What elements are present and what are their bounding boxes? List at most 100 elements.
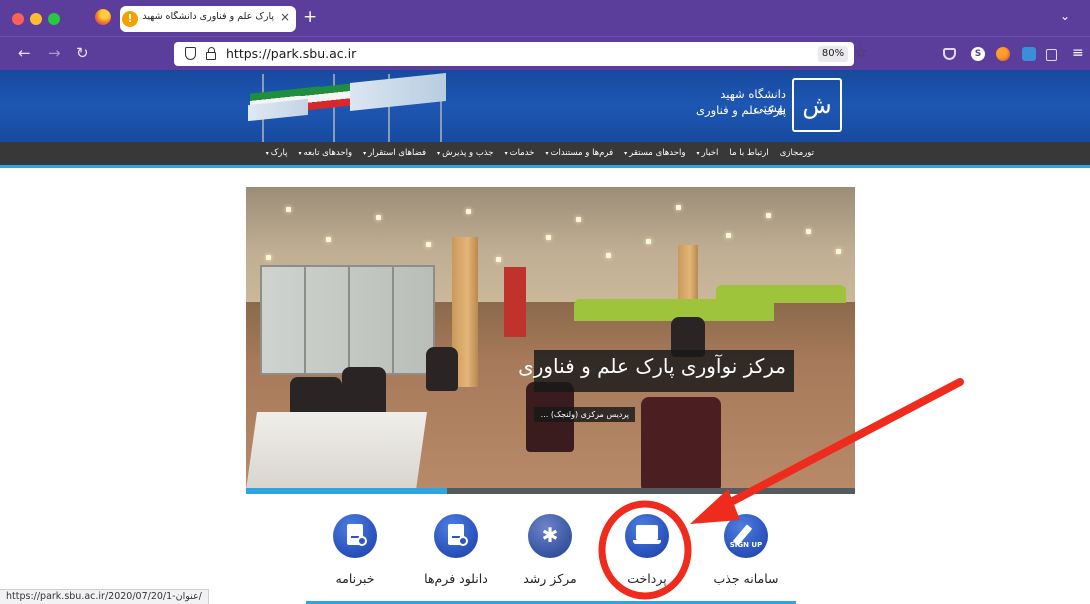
bookmark-star-icon[interactable]: ☆ xyxy=(854,43,867,61)
main-menu-item-label[interactable]: پارک xyxy=(271,148,288,158)
quick-link-forms[interactable]: دانلود فرم‌ها xyxy=(421,514,491,586)
main-menu-item-label[interactable]: تورمجازی xyxy=(780,148,814,158)
dropdown-caret-icon: ▾ xyxy=(265,150,269,157)
window-maximize-button[interactable] xyxy=(48,13,60,25)
ceiling-light xyxy=(426,242,431,247)
growth-center-icon[interactable]: ✱ xyxy=(528,514,572,558)
slide-subtitle[interactable]: پردیس مرکزی (ولنجک) ... xyxy=(534,407,635,422)
quick-link-label[interactable]: دانلود فرم‌ها xyxy=(421,571,491,586)
lock-icon[interactable] xyxy=(206,47,216,60)
main-menu-item[interactable]: فضاهای استقرار▾ xyxy=(363,148,426,158)
payment-laptop-icon[interactable] xyxy=(625,514,669,558)
window-minimize-button[interactable] xyxy=(30,13,42,25)
page: ! پارک علم و فناوری دانشگاه شهید بهشتی ×… xyxy=(0,0,1090,604)
ceiling-light xyxy=(726,233,731,238)
main-menu-item[interactable]: فرم‌ها و مستندات▾ xyxy=(545,148,613,158)
ceiling-light xyxy=(646,239,651,244)
tab-title: پارک علم و فناوری دانشگاه شهید بهشتی xyxy=(142,11,274,22)
s-extension-icon[interactable]: S xyxy=(971,47,985,61)
forms-download-icon[interactable] xyxy=(434,514,478,558)
university-logo[interactable]: ش xyxy=(792,78,842,132)
main-menu-item-label[interactable]: واحدهای تابعه xyxy=(303,148,352,158)
ceiling-light xyxy=(286,207,291,212)
slide-photo-chair xyxy=(641,397,721,490)
main-menu-item-label[interactable]: اخبار xyxy=(702,148,719,158)
main-menu-item-label[interactable]: خدمات xyxy=(510,148,535,158)
firefox-extension-icon[interactable] xyxy=(996,47,1010,61)
university-flag-image xyxy=(350,72,446,112)
ceiling-light xyxy=(836,249,841,254)
tracking-shield-icon[interactable] xyxy=(185,47,196,60)
browser-tab-active[interactable]: ! پارک علم و فناوری دانشگاه شهید بهشتی × xyxy=(120,6,296,32)
quick-link-label[interactable]: خبرنامه xyxy=(320,571,390,586)
slide-caption-box: مرکز نوآوری پارک علم و فناوری xyxy=(518,350,794,392)
ceiling-light xyxy=(326,237,331,242)
park-name: پارک علم و فناوری xyxy=(696,103,786,117)
ceiling-light xyxy=(606,253,611,258)
main-menu-item[interactable]: واحدهای تابعه▾ xyxy=(298,148,352,158)
ceiling-light xyxy=(806,229,811,234)
slider-progress-fill xyxy=(246,488,447,494)
share-icon[interactable] xyxy=(1046,49,1057,61)
main-menu-item-label[interactable]: فضاهای استقرار xyxy=(368,148,426,158)
quick-link-recruitment[interactable]: SIGN UP سامانه جذب xyxy=(711,514,781,586)
back-arrow-icon[interactable]: ← xyxy=(18,44,31,62)
slide-title: مرکز نوآوری پارک علم و فناوری xyxy=(518,354,786,378)
slide-photo-green-desk xyxy=(716,285,846,303)
dropdown-caret-icon: ▾ xyxy=(363,150,367,157)
quick-link-label[interactable]: مرکز رشد xyxy=(515,571,585,586)
ceiling-light xyxy=(676,205,681,210)
quick-link-label[interactable]: سامانه جذب xyxy=(711,571,781,586)
ceiling-light xyxy=(466,209,471,214)
window-close-button[interactable] xyxy=(12,13,24,25)
ceiling-light xyxy=(766,213,771,218)
tab-close-icon[interactable]: × xyxy=(280,10,290,24)
slider-progress-bar xyxy=(246,488,855,494)
tab-list-chevron-icon[interactable]: ⌄ xyxy=(1060,9,1070,23)
newsletter-download-icon[interactable] xyxy=(333,514,377,558)
translate-icon[interactable] xyxy=(1022,47,1036,61)
dropdown-caret-icon: ▾ xyxy=(624,150,628,157)
site-favicon-icon: ! xyxy=(122,11,138,27)
site-header-banner: ش دانشگاه شهید بهشتی پارک علم و فناوری xyxy=(0,70,1090,142)
site-main-menu: پارک▾ واحدهای تابعه▾ فضاهای استقرار▾ جذب و … xyxy=(0,142,1090,168)
main-menu-item[interactable]: اخبار▾ xyxy=(696,148,718,158)
main-menu-item-label[interactable]: فرم‌ها و مستندات xyxy=(550,148,613,158)
quick-link-label[interactable]: پرداخت xyxy=(612,571,682,586)
hero-slider[interactable]: مرکز نوآوری پارک علم و فناوری پردیس مرکز… xyxy=(246,187,855,490)
dropdown-caret-icon: ▾ xyxy=(545,150,549,157)
main-menu-item[interactable]: واحدهای مستقر▾ xyxy=(624,148,685,158)
dropdown-caret-icon: ▾ xyxy=(437,150,441,157)
main-menu-item[interactable]: جذب و پذیرش▾ xyxy=(437,148,494,158)
ceiling-light xyxy=(546,235,551,240)
signup-icon[interactable]: SIGN UP xyxy=(724,514,768,558)
quick-link-growth-center[interactable]: ✱ مرکز رشد xyxy=(515,514,585,586)
browser-tab-bar: ! پارک علم و فناوری دانشگاه شهید بهشتی ×… xyxy=(0,0,1090,36)
slide-photo-glass-wall xyxy=(260,265,435,375)
hamburger-menu-icon[interactable]: ≡ xyxy=(1072,45,1084,61)
forward-arrow-icon[interactable]: → xyxy=(48,44,61,62)
main-menu-item-label[interactable]: ارتباط با ما xyxy=(729,148,768,158)
slide-subtitle-box[interactable]: پردیس مرکزی (ولنجک) ... xyxy=(534,407,635,422)
main-menu-item[interactable]: خدمات▾ xyxy=(505,148,535,158)
main-menu-item[interactable]: پارک▾ xyxy=(266,148,288,158)
slide-photo-door xyxy=(504,267,526,337)
url-text[interactable]: https://park.sbu.ac.ir xyxy=(226,46,356,61)
new-tab-button[interactable]: + xyxy=(303,7,317,27)
quick-link-newsletter[interactable]: خبرنامه xyxy=(320,514,390,586)
quick-link-payment[interactable]: پرداخت xyxy=(612,514,682,586)
main-menu-list: پارک▾ واحدهای تابعه▾ فضاهای استقرار▾ جذب و … xyxy=(266,148,814,158)
pocket-icon[interactable] xyxy=(943,48,956,60)
main-menu-item[interactable]: تورمجازی xyxy=(780,148,814,158)
dropdown-caret-icon: ▾ xyxy=(504,150,508,157)
zoom-level-badge[interactable]: 80% xyxy=(818,46,848,62)
reload-icon[interactable]: ↻ xyxy=(76,44,89,62)
ceiling-light xyxy=(576,217,581,222)
ceiling-light xyxy=(266,255,271,260)
main-menu-item-label[interactable]: جذب و پذیرش xyxy=(442,148,494,158)
address-bar[interactable]: https://park.sbu.ac.ir 80% ☆ xyxy=(174,42,867,66)
firefox-view-icon[interactable] xyxy=(95,9,111,25)
main-menu-item[interactable]: ارتباط با ما xyxy=(729,148,768,158)
logo-calligraphy: ش xyxy=(802,91,832,119)
main-menu-item-label[interactable]: واحدهای مستقر xyxy=(629,148,685,158)
